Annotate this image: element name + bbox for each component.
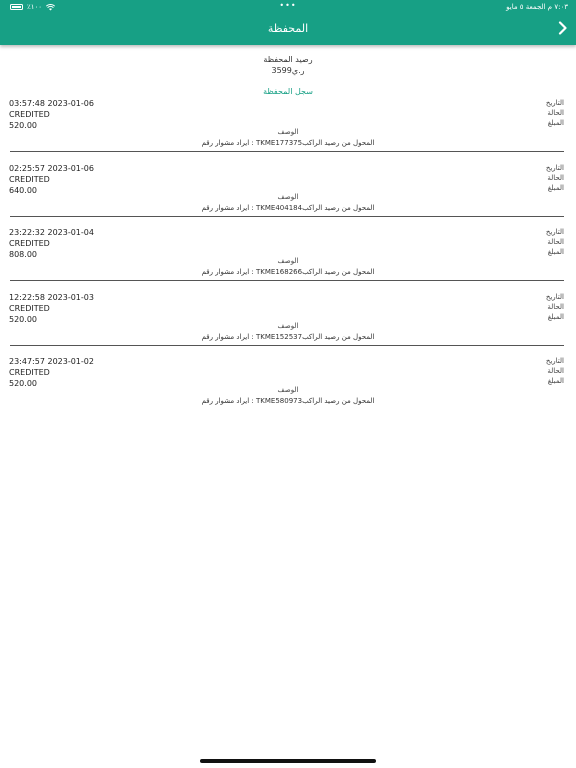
home-indicator[interactable] bbox=[200, 759, 376, 763]
battery-icon bbox=[10, 4, 23, 10]
transaction-values: 02:25:57 2023-01-06 CREDITED 640.00 bbox=[9, 163, 94, 196]
row-divider bbox=[10, 215, 564, 217]
date-label: التاريخ bbox=[545, 292, 564, 301]
transaction-labels: التاريخ الحالة المبلغ bbox=[546, 227, 564, 257]
description-label: الوصف bbox=[277, 192, 299, 201]
description-label: الوصف bbox=[277, 386, 299, 395]
transaction-row: 03:57:48 2023-01-06 CREDITED 520.00 التاريخ… bbox=[0, 98, 576, 162]
transaction-date: 03:57:48 2023-01-06 bbox=[9, 99, 94, 108]
row-divider bbox=[10, 344, 564, 346]
date-label: التاريخ bbox=[545, 163, 564, 172]
transaction-description: ايراد مشوار رقم : TKME580973المحول من رص… bbox=[201, 397, 375, 406]
transaction-values: 23:22:32 2023-01-04 CREDITED 808.00 bbox=[9, 227, 94, 260]
transaction-date: 23:47:57 2023-01-02 bbox=[9, 357, 94, 367]
transaction-row: 23:47:57 2023-01-02 CREDITED 520.00 التاريخ… bbox=[0, 356, 576, 420]
description-label: الوصف bbox=[277, 257, 299, 266]
status-label: الحالة bbox=[547, 238, 564, 247]
transaction-values: 12:22:58 2023-01-03 CREDITED 520.00 bbox=[9, 292, 94, 325]
transaction-values: 03:57:48 2023-01-06 CREDITED 520.00 bbox=[9, 98, 94, 131]
date-label: التاريخ bbox=[545, 357, 564, 366]
transaction-labels: التاريخ الحالة المبلغ bbox=[546, 163, 564, 193]
amount-label: المبلغ bbox=[547, 248, 564, 257]
transaction-date: 23:22:32 2023-01-04 bbox=[9, 228, 94, 238]
row-divider bbox=[10, 280, 564, 282]
transaction-status: CREDITED bbox=[9, 110, 50, 119]
transaction-labels: التاريخ الحالة المبلغ bbox=[546, 98, 564, 128]
status-bar: ٪١٠٠ ••• ٧:٠٣ م الجمعة ٥ مايو bbox=[0, 0, 576, 14]
transaction-status: CREDITED bbox=[9, 239, 50, 249]
transaction-row: 02:25:57 2023-01-06 CREDITED 640.00 التاريخ… bbox=[0, 163, 576, 227]
row-divider bbox=[10, 151, 564, 152]
back-button[interactable] bbox=[556, 20, 570, 36]
transaction-description: ايراد مشوار رقم : TKME177375المحول من رص… bbox=[201, 139, 375, 147]
status-label: الحالة bbox=[547, 302, 564, 311]
wallet-balance: رصيد المحفظة 3599ر.ي bbox=[0, 54, 576, 76]
amount-label: المبلغ bbox=[547, 119, 564, 127]
amount-label: المبلغ bbox=[547, 377, 564, 386]
date-label: التاريخ bbox=[545, 228, 564, 237]
amount-label: المبلغ bbox=[547, 183, 564, 192]
status-left: ٪١٠٠ bbox=[10, 3, 56, 11]
amount-label: المبلغ bbox=[547, 312, 564, 321]
transaction-labels: التاريخ الحالة المبلغ bbox=[546, 356, 564, 386]
transaction-description: ايراد مشوار رقم : TKME168266المحول من رص… bbox=[201, 268, 375, 277]
transaction-date: 12:22:58 2023-01-03 bbox=[9, 292, 94, 302]
status-label: الحالة bbox=[547, 173, 564, 182]
transaction-status: CREDITED bbox=[9, 174, 50, 184]
status-label: الحالة bbox=[547, 109, 564, 117]
transaction-labels: التاريخ الحالة المبلغ bbox=[546, 292, 564, 322]
balance-value: 3599ر.ي bbox=[271, 66, 305, 75]
transaction-row: 12:22:58 2023-01-03 CREDITED 520.00 التاريخ… bbox=[0, 292, 576, 356]
status-time-date: ٧:٠٣ م الجمعة ٥ مايو bbox=[506, 3, 568, 11]
app-header: ٪١٠٠ ••• ٧:٠٣ م الجمعة ٥ مايو المحفظة bbox=[0, 0, 576, 45]
transaction-description: ايراد مشوار رقم : TKME152537المحول من رص… bbox=[201, 332, 375, 341]
transaction-row: 23:22:32 2023-01-04 CREDITED 808.00 التاريخ… bbox=[0, 227, 576, 291]
multitask-dots[interactable]: ••• bbox=[279, 1, 296, 10]
battery-percent: ٪١٠٠ bbox=[27, 3, 43, 11]
transaction-date: 02:25:57 2023-01-06 bbox=[9, 163, 94, 173]
transaction-values: 23:47:57 2023-01-02 CREDITED 520.00 bbox=[9, 356, 94, 389]
description-label: الوصف bbox=[277, 128, 299, 136]
transaction-status: CREDITED bbox=[9, 303, 50, 313]
wallet-history-title: سجل المحفظة bbox=[263, 87, 313, 96]
date-label: التاريخ bbox=[545, 99, 564, 107]
wifi-icon bbox=[46, 3, 56, 10]
balance-label: رصيد المحفظة bbox=[263, 55, 313, 64]
description-label: الوصف bbox=[277, 321, 299, 330]
transaction-status: CREDITED bbox=[9, 368, 50, 378]
page-title: المحفظة bbox=[267, 22, 309, 35]
transaction-description: ايراد مشوار رقم : TKME404184المحول من رص… bbox=[201, 203, 375, 212]
status-label: الحالة bbox=[547, 367, 564, 376]
chevron-right-icon bbox=[558, 21, 567, 35]
